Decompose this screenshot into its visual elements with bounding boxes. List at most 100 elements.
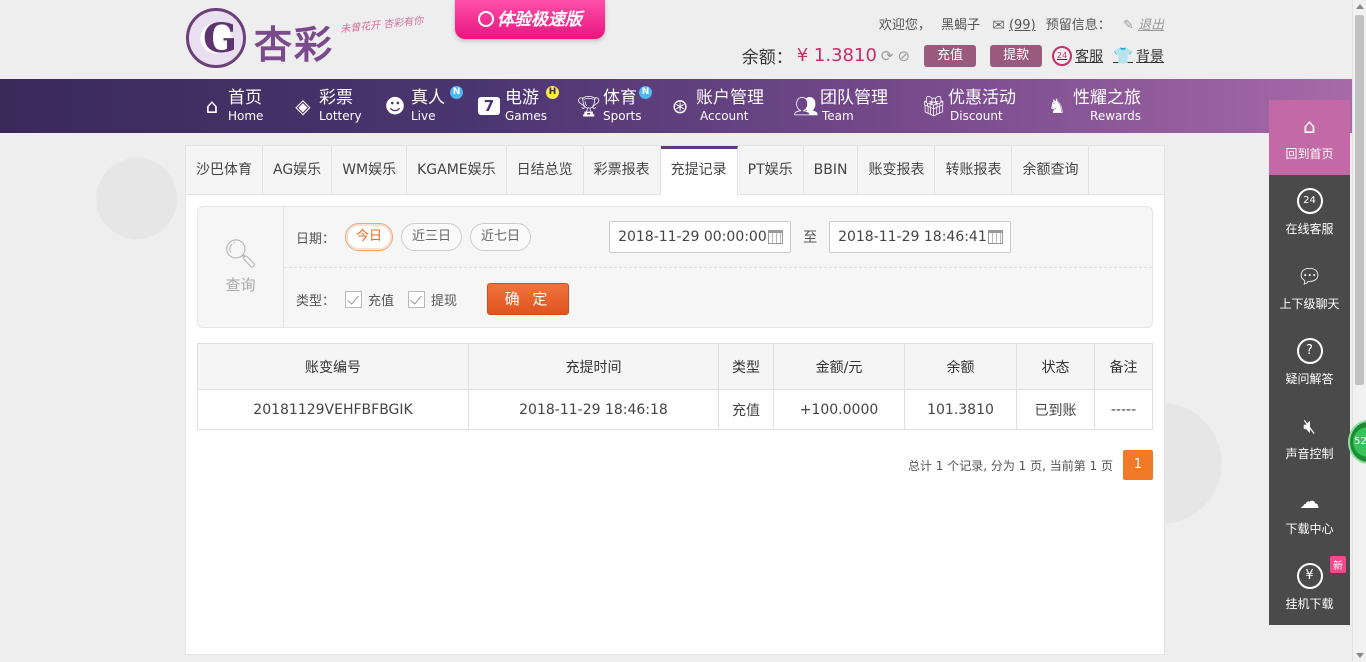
mail-icon[interactable]: ✉ <box>992 16 1005 34</box>
sidebar-label: 声音控制 <box>1285 447 1334 461</box>
end-date-field[interactable]: 2018-11-29 18:46:41 <box>829 221 1012 253</box>
page-scrollbar[interactable] <box>1352 0 1366 662</box>
tab-lottery-report[interactable]: 彩票报表 <box>584 146 661 195</box>
tab-wm[interactable]: WM娱乐 <box>332 146 408 195</box>
money-bag-icon: ¥ <box>1296 563 1323 589</box>
col-remark: 备注 <box>1094 343 1153 390</box>
speed-version-button[interactable]: 体验极速版 <box>455 0 605 39</box>
checkbox-box[interactable] <box>408 290 426 308</box>
checkbox-label: 提现 <box>431 293 458 309</box>
report-panel: 沙巴体育 AG娱乐 WM娱乐 KGAME娱乐 日结总览 彩票报表 充提记录 PT… <box>185 145 1165 655</box>
nav-label: 优惠活动 <box>948 88 1016 108</box>
withdraw-checkbox[interactable]: 提现 <box>408 290 457 309</box>
sidebar-item-download[interactable]: ☁ 下载中心 <box>1269 475 1350 550</box>
deposit-checkbox[interactable]: 充值 <box>345 290 394 309</box>
site-logo[interactable]: 杏彩 未曾花开 杏彩有你 <box>186 8 426 72</box>
refresh-icon[interactable]: ⟳ <box>881 47 894 65</box>
balance-bar: 余额： ¥ 1.3810 ⟳ ⊘ 充值 提款 24 客服 👕 背景 <box>742 43 1164 68</box>
nav-discount[interactable]: 🎁︎ 优惠活动 Discount <box>921 79 1016 133</box>
logo-emblem <box>186 8 246 68</box>
nav-live[interactable]: ☻ 真人 Live N <box>384 79 463 133</box>
tab-bbin[interactable]: BBIN <box>804 146 859 195</box>
nav-home[interactable]: ⌂ 首页 Home <box>201 79 264 133</box>
live-icon: ☻ <box>384 94 406 118</box>
to-label: 至 <box>803 230 818 246</box>
withdraw-button[interactable]: 提款 <box>990 44 1043 67</box>
sidebar-item-home[interactable]: ⌂ 回到首页 <box>1269 100 1350 175</box>
nav-sublabel: Home <box>228 109 264 123</box>
tab-daily-overview[interactable]: 日结总览 <box>507 146 584 195</box>
tab-kgame[interactable]: KGAME娱乐 <box>407 146 507 195</box>
deposit-button[interactable]: 充值 <box>924 44 977 67</box>
today-button[interactable]: 今日 <box>345 223 394 251</box>
nav-sports[interactable]: 🏆︎ 体育 Sports N <box>576 79 652 133</box>
background-label: 背景 <box>1136 48 1164 65</box>
records-table: 账变编号 充提时间 类型 金额/元 余额 状态 备注 20181129VEHFB… <box>197 343 1153 430</box>
sidebar-label: 疑问解答 <box>1285 372 1334 386</box>
welcome-text: 欢迎您， <box>878 18 931 33</box>
chat-icon: 💬︎ <box>1296 264 1323 288</box>
reserve-info-label: 预留信息： <box>1045 18 1111 33</box>
rewards-icon: ♞ <box>1048 94 1066 118</box>
tab-saba-sports[interactable]: 沙巴体育 <box>186 146 263 195</box>
sidebar-item-online-support[interactable]: 24 在线客服 <box>1269 175 1350 250</box>
tab-transfer-report[interactable]: 转账报表 <box>935 146 1013 195</box>
three-days-button[interactable]: 近三日 <box>401 223 463 251</box>
new-badge: N <box>639 86 652 99</box>
nav-rewards[interactable]: ♞ 性耀之旅 Rewards <box>1046 79 1141 133</box>
logo-slogan: 未曾花开 杏彩有你 <box>339 15 424 36</box>
headset-icon: 24 <box>1296 188 1323 214</box>
hide-balance-icon[interactable]: ⊘ <box>897 47 910 65</box>
tab-account-change-report[interactable]: 账变报表 <box>858 146 936 195</box>
sidebar-item-sound[interactable]: 🔇︎ 声音控制 <box>1269 400 1350 475</box>
calendar-icon[interactable] <box>768 230 784 244</box>
confirm-button[interactable]: 确 定 <box>487 283 570 315</box>
start-date-field[interactable]: 2018-11-29 00:00:00 <box>609 221 792 253</box>
tab-deposit-withdraw-records[interactable]: 充提记录 <box>660 146 738 196</box>
transaction-type: 充值 <box>718 389 774 430</box>
edit-icon[interactable]: ✎ <box>1123 18 1134 33</box>
question-icon: ? <box>1296 338 1323 364</box>
tab-pt[interactable]: PT娱乐 <box>738 146 804 195</box>
calendar-icon[interactable] <box>988 230 1004 244</box>
nav-account[interactable]: ⊛ 账户管理 Account <box>669 79 764 133</box>
gift-icon: 🎁︎ <box>921 94 947 118</box>
checkbox-label: 充值 <box>368 293 395 309</box>
nav-label: 电游 <box>505 88 539 108</box>
transaction-balance: 101.3810 <box>904 389 1017 430</box>
sidebar-item-bot-download[interactable]: ¥ 挂机下载 新 <box>1269 550 1350 625</box>
support-link[interactable]: 24 客服 <box>1052 45 1103 66</box>
tab-ag[interactable]: AG娱乐 <box>263 146 333 195</box>
col-amount: 金额/元 <box>773 343 905 390</box>
type-label: 类型： <box>296 293 336 309</box>
nav-games[interactable]: 7 电游 Games H <box>478 79 559 133</box>
floating-widget[interactable]: 52 <box>1348 420 1366 464</box>
download-icon: ☁ <box>1299 489 1320 513</box>
account-icon: ⊛ <box>671 94 689 118</box>
tab-balance-query[interactable]: 余额查询 <box>1012 146 1090 195</box>
sidebar-item-chat[interactable]: 💬︎ 上下级聊天 <box>1269 250 1350 325</box>
checkbox-box[interactable] <box>345 290 363 308</box>
nav-lottery[interactable]: ◈ 彩票 Lottery <box>292 79 361 133</box>
trophy-icon: 🏆︎ <box>576 94 602 118</box>
mail-count-link[interactable]: (99) <box>1009 18 1036 33</box>
nav-sublabel: Rewards <box>1090 109 1141 123</box>
nav-team[interactable]: 👥︎ 团队管理 Team <box>793 79 888 133</box>
sidebar-label: 回到首页 <box>1285 147 1334 161</box>
scroll-up-arrow[interactable] <box>1356 4 1364 9</box>
scrollbar-thumb[interactable] <box>1355 15 1364 385</box>
username: 黑蝎子 <box>941 18 981 33</box>
col-transaction-id: 账变编号 <box>197 343 469 390</box>
background-link[interactable]: 👕 背景 <box>1113 46 1164 66</box>
speed-version-label: 体验极速版 <box>497 10 582 30</box>
page-button-1[interactable]: 1 <box>1123 450 1153 480</box>
col-status: 状态 <box>1016 343 1095 390</box>
scroll-down-arrow[interactable] <box>1356 653 1364 658</box>
balance-label: 余额： <box>741 48 793 68</box>
transaction-time: 2018-11-29 18:46:18 <box>468 389 719 430</box>
seven-days-button[interactable]: 近七日 <box>470 223 532 251</box>
sidebar-item-faq[interactable]: ? 疑问解答 <box>1269 325 1350 400</box>
logout-link[interactable]: 退出 <box>1138 18 1164 33</box>
sidebar-label: 上下级聊天 <box>1279 297 1340 311</box>
shirt-icon: 👕 <box>1113 46 1133 65</box>
